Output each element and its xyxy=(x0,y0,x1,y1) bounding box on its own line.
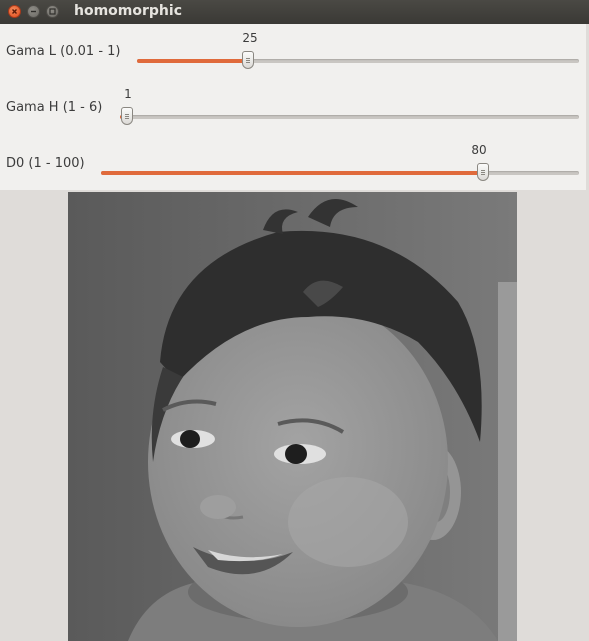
gama-l-value: 25 xyxy=(242,31,258,45)
gama-h-value: 1 xyxy=(124,87,132,101)
gama-l-slider-fill xyxy=(137,59,248,63)
minimize-icon xyxy=(31,10,36,13)
filtered-image xyxy=(68,192,517,641)
d0-value: 80 xyxy=(471,143,487,157)
close-window-button[interactable] xyxy=(8,5,21,18)
close-icon xyxy=(12,9,17,14)
title-bar: homomorphic xyxy=(0,0,589,24)
gama-h-slider[interactable] xyxy=(120,107,579,125)
photo-illustration xyxy=(68,192,517,641)
d0-slider[interactable] xyxy=(101,163,579,181)
gama-h-label: Gama H (1 - 6) xyxy=(6,100,103,115)
maximize-window-button[interactable] xyxy=(46,5,59,18)
minimize-window-button[interactable] xyxy=(27,5,40,18)
d0-slider-fill xyxy=(101,171,483,175)
gama-l-slider-handle[interactable] xyxy=(242,51,254,69)
trackbar-panel: Gama L (0.01 - 1) 25 Gama H (1 - 6) 1 D0… xyxy=(0,24,587,190)
d0-label: D0 (1 - 100) xyxy=(6,156,85,171)
gama-h-slider-handle[interactable] xyxy=(121,107,133,125)
maximize-icon xyxy=(49,8,56,15)
gama-l-label: Gama L (0.01 - 1) xyxy=(6,44,121,59)
d0-slider-handle[interactable] xyxy=(477,163,489,181)
window-title: homomorphic xyxy=(74,3,182,19)
gama-l-slider[interactable] xyxy=(137,51,579,69)
